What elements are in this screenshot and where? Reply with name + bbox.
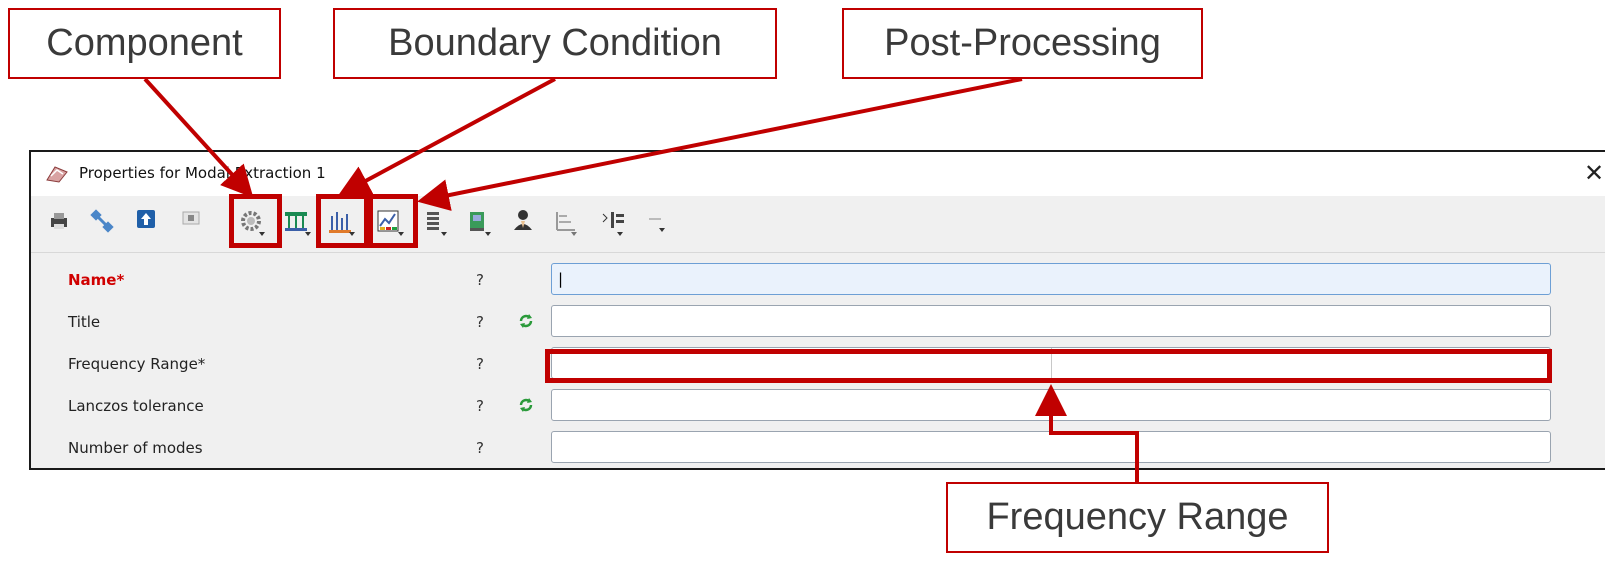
arrow-frequency-range: [1035, 384, 1139, 482]
arrow-component: [143, 77, 254, 198]
arrow-post-processing: [417, 77, 1023, 211]
annotation-arrows: [143, 77, 1139, 482]
arrow-boundary-condition: [337, 77, 556, 196]
